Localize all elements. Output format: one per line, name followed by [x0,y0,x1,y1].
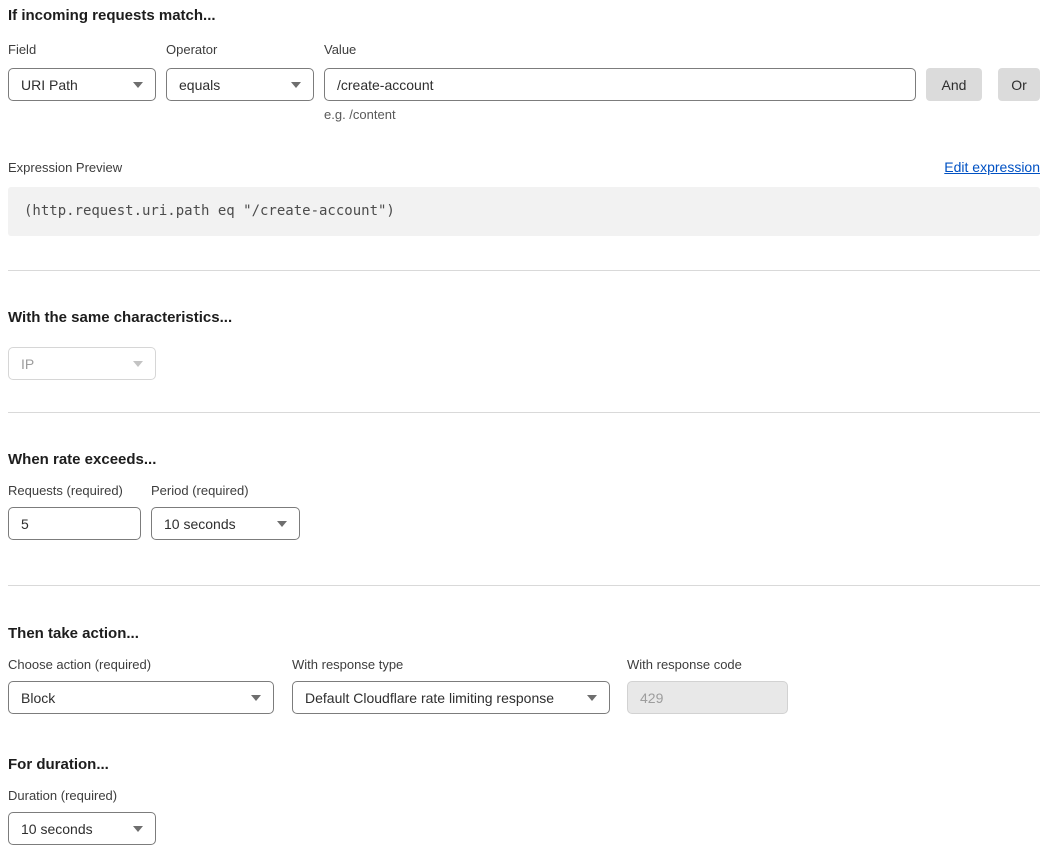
section-divider [8,270,1040,271]
operator-group: Operator equals [166,43,314,101]
section-divider [8,585,1040,586]
match-section-heading: If incoming requests match... [8,8,1040,24]
chevron-down-icon [133,826,143,832]
requests-group: Requests (required) [8,484,141,540]
section-divider [8,412,1040,413]
duration-label: Duration (required) [8,789,156,802]
period-select-value: 10 seconds [164,516,236,532]
action-section-heading: Then take action... [8,626,1040,642]
match-condition-row: Field URI Path Operator equals Value e.g… [8,43,1040,122]
value-group: Value e.g. /content [324,43,916,122]
response-code-input [627,681,788,714]
response-type-label: With response type [292,658,610,671]
characteristic-select: IP [8,347,156,380]
choose-action-label: Choose action (required) [8,658,274,671]
expression-preview-row: Expression Preview Edit expression [8,159,1040,175]
field-group: Field URI Path [8,43,156,101]
chevron-down-icon [587,695,597,701]
duration-section-heading: For duration... [8,757,1040,773]
period-group: Period (required) 10 seconds [151,484,300,540]
and-button[interactable]: And [926,68,982,101]
edit-expression-link[interactable]: Edit expression [944,159,1040,175]
rate-section-heading: When rate exceeds... [8,452,1040,468]
response-code-label: With response code [627,658,788,671]
requests-label: Requests (required) [8,484,141,497]
expression-preview-code: (http.request.uri.path eq "/create-accou… [8,187,1040,236]
choose-action-group: Choose action (required) Block [8,658,274,714]
requests-input[interactable] [8,507,141,540]
choose-action-select-value: Block [21,690,55,706]
value-input[interactable] [324,68,916,101]
duration-select-value: 10 seconds [21,821,93,837]
chevron-down-icon [251,695,261,701]
field-select-value: URI Path [21,77,78,93]
expression-preview-label: Expression Preview [8,160,122,175]
value-label: Value [324,43,916,56]
operator-label: Operator [166,43,314,56]
response-type-group: With response type Default Cloudflare ra… [292,658,610,714]
characteristic-select-value: IP [21,356,34,372]
chevron-down-icon [133,82,143,88]
response-type-select-value: Default Cloudflare rate limiting respons… [305,690,554,706]
response-type-select[interactable]: Default Cloudflare rate limiting respons… [292,681,610,714]
period-select[interactable]: 10 seconds [151,507,300,540]
chevron-down-icon [291,82,301,88]
operator-select-value: equals [179,77,220,93]
field-label: Field [8,43,156,56]
field-select[interactable]: URI Path [8,68,156,101]
chevron-down-icon [133,361,143,367]
rate-row: Requests (required) Period (required) 10… [8,484,1040,540]
action-row: Choose action (required) Block With resp… [8,658,1040,714]
characteristics-section-heading: With the same characteristics... [8,310,1040,326]
choose-action-select[interactable]: Block [8,681,274,714]
or-button[interactable]: Or [998,68,1040,101]
chevron-down-icon [277,521,287,527]
duration-group: Duration (required) 10 seconds [8,789,156,845]
response-code-group: With response code [627,658,788,714]
duration-select[interactable]: 10 seconds [8,812,156,845]
value-hint: e.g. /content [324,107,916,122]
operator-select[interactable]: equals [166,68,314,101]
period-label: Period (required) [151,484,300,497]
